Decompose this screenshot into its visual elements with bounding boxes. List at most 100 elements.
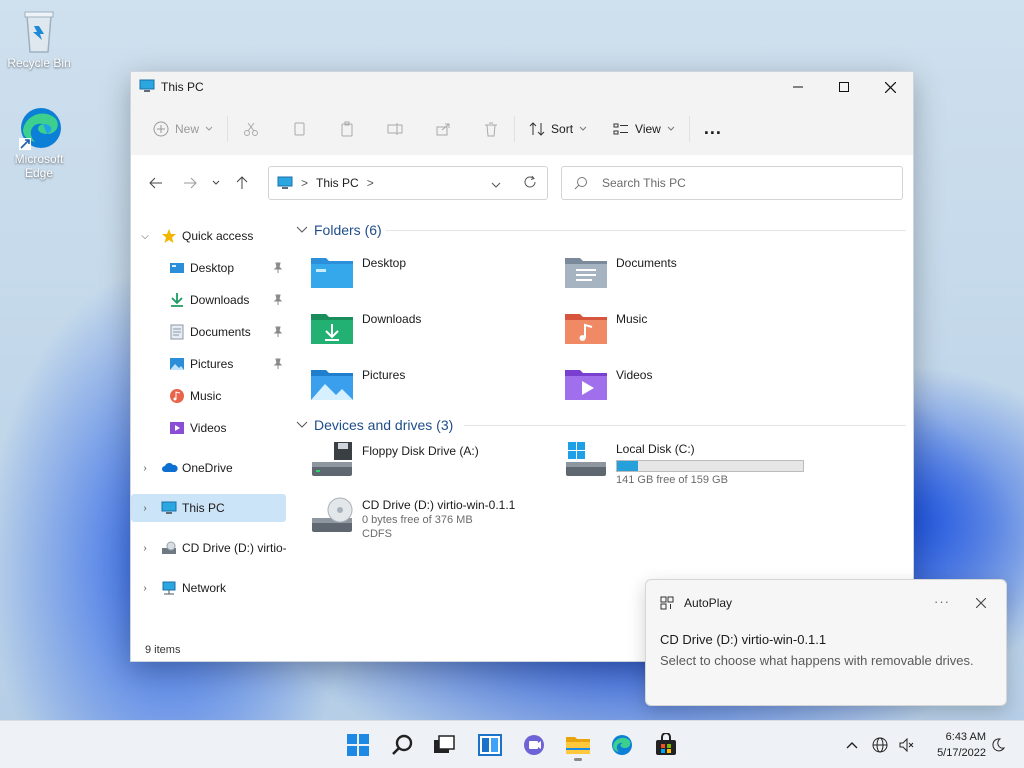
cut-button[interactable] xyxy=(236,114,266,144)
clock[interactable]: 6:43 AM 5/17/2022 xyxy=(920,729,986,761)
sidebar-item-onedrive[interactable]: › OneDrive xyxy=(131,454,286,482)
drive-file-system: CDFS xyxy=(362,528,392,540)
file-explorer-taskbar-button[interactable] xyxy=(560,729,596,761)
breadcrumb-this-pc[interactable]: This PC xyxy=(316,176,359,190)
folder-tile-desktop[interactable]: Desktop xyxy=(310,252,560,300)
sidebar-item-documents[interactable]: Documents xyxy=(131,318,286,346)
show-hidden-icons-button[interactable] xyxy=(842,735,862,755)
sidebar-item-desktop[interactable]: Desktop xyxy=(131,254,286,282)
edge-taskbar-button[interactable] xyxy=(604,729,640,761)
navigation-pane: ⌵ Quick access Desktop Downloads Documen… xyxy=(131,222,291,642)
chevron-right-icon[interactable]: › xyxy=(139,463,151,474)
store-icon xyxy=(656,733,676,755)
language-button[interactable] xyxy=(870,735,890,755)
drive-tile-floppy[interactable]: Floppy Disk Drive (A:) xyxy=(310,440,560,488)
folder-label: Music xyxy=(616,312,648,326)
arrow-left-icon xyxy=(149,177,162,189)
drive-label: Floppy Disk Drive (A:) xyxy=(362,444,479,458)
recycle-bin-icon xyxy=(17,8,61,53)
start-button[interactable] xyxy=(340,729,376,761)
sidebar-item-cd-drive[interactable]: › CD Drive (D:) virtio-w xyxy=(131,534,286,562)
back-button[interactable] xyxy=(141,168,171,198)
new-button[interactable]: New xyxy=(147,114,219,144)
sort-button[interactable]: Sort xyxy=(523,114,593,144)
drive-label: CD Drive (D:) virtio-win-0.1.1 xyxy=(362,498,516,512)
minimize-button[interactable] xyxy=(775,72,821,102)
drives-section-header[interactable]: Devices and drives (3) xyxy=(296,417,453,433)
desktop-icon-edge[interactable]: Microsoft Edge xyxy=(3,104,75,180)
notification-body: Select to choose what happens with remov… xyxy=(660,653,974,668)
share-button[interactable] xyxy=(428,114,458,144)
sidebar-item-videos[interactable]: Videos xyxy=(131,414,286,442)
cut-icon xyxy=(244,122,259,136)
sidebar-item-label: OneDrive xyxy=(182,461,233,475)
rename-button[interactable] xyxy=(380,114,410,144)
sidebar-item-quick-access[interactable]: ⌵ Quick access xyxy=(131,222,286,250)
maximize-button[interactable] xyxy=(821,72,867,102)
notification-more-button[interactable]: ··· xyxy=(934,594,950,609)
sidebar-item-network[interactable]: › Network xyxy=(131,574,286,602)
drive-tile-cd-drive[interactable]: CD Drive (D:) virtio-win-0.1.1 0 bytes f… xyxy=(310,496,610,556)
edge-icon xyxy=(612,735,632,755)
recent-locations-button[interactable] xyxy=(205,168,227,198)
globe-icon xyxy=(872,737,888,753)
search-box[interactable]: Search This PC xyxy=(561,166,903,200)
trash-icon xyxy=(485,122,498,136)
local-disk-icon xyxy=(566,442,606,476)
sidebar-item-label: This PC xyxy=(182,501,225,515)
chevron-right-icon[interactable]: › xyxy=(139,503,151,514)
sidebar-item-music[interactable]: Music xyxy=(131,382,286,410)
desktop-icon-recycle-bin[interactable]: Recycle Bin xyxy=(3,8,75,70)
autoplay-notification[interactable]: AutoPlay ··· CD Drive (D:) virtio-win-0.… xyxy=(645,579,1007,706)
notification-close-button[interactable] xyxy=(975,597,987,611)
up-button[interactable] xyxy=(227,168,257,198)
drive-tile-local-disk-c[interactable]: Local Disk (C:) 141 GB free of 159 GB xyxy=(564,440,814,500)
chevron-down-icon[interactable]: ⌵ xyxy=(139,231,151,242)
forward-button[interactable] xyxy=(175,168,205,198)
cd-drive-icon xyxy=(312,497,353,532)
notifications-button[interactable] xyxy=(988,735,1008,755)
folder-tile-music[interactable]: Music xyxy=(564,308,814,356)
folder-label: Desktop xyxy=(362,256,407,270)
chevron-right-icon[interactable]: › xyxy=(139,583,151,594)
folder-tile-documents[interactable]: Documents xyxy=(564,252,814,300)
share-icon xyxy=(436,123,450,135)
sidebar-item-label: Documents xyxy=(190,325,251,339)
teams-chat-button[interactable] xyxy=(516,729,552,761)
address-bar[interactable]: > This PC > xyxy=(268,166,548,200)
volume-button[interactable] xyxy=(896,735,916,755)
address-dropdown-button[interactable] xyxy=(491,178,501,192)
close-button[interactable] xyxy=(867,72,913,102)
more-options-button[interactable]: ... xyxy=(698,114,728,144)
paste-button[interactable] xyxy=(332,114,362,144)
title-bar[interactable]: This PC xyxy=(131,72,913,102)
document-icon xyxy=(169,324,185,340)
refresh-button[interactable] xyxy=(523,175,537,192)
view-label: View xyxy=(635,121,661,136)
delete-button[interactable] xyxy=(476,114,506,144)
folder-icon xyxy=(566,737,590,754)
star-icon xyxy=(161,228,177,244)
copy-button[interactable] xyxy=(284,114,314,144)
search-taskbar-button[interactable] xyxy=(384,729,420,761)
folder-tile-videos[interactable]: Videos xyxy=(564,364,814,412)
sidebar-item-pictures[interactable]: Pictures xyxy=(131,350,286,378)
folder-label: Videos xyxy=(616,368,653,382)
this-pc-icon xyxy=(139,79,155,96)
task-view-button[interactable] xyxy=(426,729,462,761)
folder-tile-downloads[interactable]: Downloads xyxy=(310,308,560,356)
chevron-right-icon[interactable]: › xyxy=(139,543,151,554)
clock-time: 6:43 AM xyxy=(945,731,986,743)
breadcrumb-separator: > xyxy=(301,176,309,190)
paste-icon xyxy=(341,121,353,136)
sidebar-item-this-pc[interactable]: › This PC xyxy=(131,494,286,522)
sidebar-item-downloads[interactable]: Downloads xyxy=(131,286,286,314)
folders-section-header[interactable]: Folders (6) xyxy=(296,222,382,238)
view-button[interactable]: View xyxy=(607,114,681,144)
breadcrumb-separator[interactable]: > xyxy=(367,176,374,190)
pin-icon xyxy=(273,358,283,369)
store-taskbar-button[interactable] xyxy=(648,729,684,761)
folder-tile-pictures[interactable]: Pictures xyxy=(310,364,560,412)
widgets-button[interactable] xyxy=(472,729,508,761)
search-icon xyxy=(574,177,587,190)
